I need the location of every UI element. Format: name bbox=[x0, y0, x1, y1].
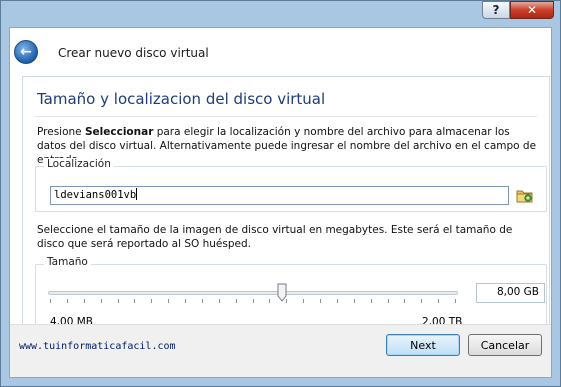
size-value-field[interactable]: 8,00 GB bbox=[476, 283, 545, 303]
wizard-page-panel: Tamaño y localizacion del disco virtual … bbox=[22, 76, 550, 334]
title-divider bbox=[35, 116, 537, 117]
location-input-value: ldevians001vb bbox=[54, 189, 137, 201]
wizard-header: ← Crear nuevo disco virtual bbox=[10, 28, 551, 72]
back-button[interactable]: ← bbox=[14, 40, 38, 64]
cancel-button[interactable]: Cancelar bbox=[468, 334, 542, 356]
help-icon: ? bbox=[492, 3, 500, 17]
location-input[interactable]: ldevians001vb bbox=[50, 186, 509, 205]
back-arrow-icon: ← bbox=[20, 44, 32, 60]
size-group: Tamaño 8,00 GB 4,00 MB 2,00 TB bbox=[35, 256, 547, 328]
dialog-window: ? ✕ ← Crear nuevo disco virtual Tamaño y… bbox=[0, 0, 561, 387]
location-group: Localización ldevians001vb bbox=[35, 158, 547, 212]
intro-text-bold: Seleccionar bbox=[84, 126, 154, 138]
size-slider-ticks bbox=[50, 299, 456, 303]
close-icon: ✕ bbox=[526, 3, 538, 17]
close-button[interactable]: ✕ bbox=[510, 1, 554, 19]
dialog-footer: www.tuinformaticafacil.com Next Cancelar bbox=[10, 324, 551, 377]
next-button[interactable]: Next bbox=[386, 334, 460, 356]
dialog-content: ← Crear nuevo disco virtual Tamaño y loc… bbox=[9, 27, 552, 378]
title-bar-buttons: ? ✕ bbox=[482, 1, 554, 19]
select-folder-button[interactable] bbox=[515, 186, 535, 205]
wizard-title: Crear nuevo disco virtual bbox=[58, 46, 209, 60]
title-bar: ? ✕ bbox=[1, 1, 560, 27]
size-description: Seleccione el tamaño de la imagen de dis… bbox=[37, 224, 513, 250]
page-title: Tamaño y localizacion del disco virtual bbox=[37, 90, 326, 108]
size-group-label: Tamaño bbox=[44, 256, 91, 268]
website-watermark: www.tuinformaticafacil.com bbox=[19, 341, 176, 352]
intro-text-prefix: Presione bbox=[37, 126, 85, 138]
size-slider-track[interactable] bbox=[48, 291, 458, 295]
help-button[interactable]: ? bbox=[482, 1, 510, 19]
location-group-label: Localización bbox=[44, 158, 114, 170]
folder-icon bbox=[516, 190, 533, 202]
size-slider-thumb[interactable] bbox=[277, 283, 287, 302]
